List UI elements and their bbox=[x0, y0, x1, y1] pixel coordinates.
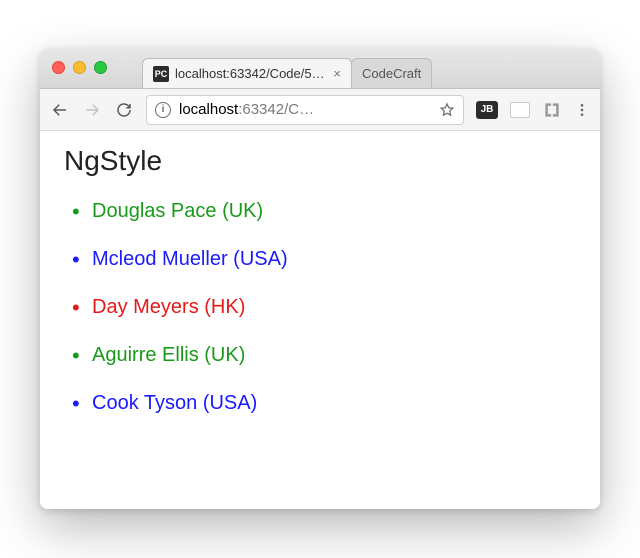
people-list: Douglas Pace (UK)Mcleod Mueller (USA)Day… bbox=[64, 187, 576, 427]
url-text: localhost:63342/C… bbox=[179, 101, 431, 118]
window-controls bbox=[52, 61, 107, 74]
bookmark-star-icon[interactable] bbox=[439, 102, 455, 118]
address-bar[interactable]: i localhost:63342/C… bbox=[146, 95, 464, 125]
extension-icon[interactable] bbox=[510, 102, 530, 118]
browser-window: PC localhost:63342/Code/5.bu × CodeCraft… bbox=[40, 49, 600, 509]
url-host: localhost bbox=[179, 101, 238, 118]
favicon-icon: PC bbox=[153, 66, 169, 82]
maximize-window-button[interactable] bbox=[94, 61, 107, 74]
tab-title: CodeCraft bbox=[362, 66, 421, 81]
forward-button[interactable] bbox=[82, 100, 102, 120]
list-item: Douglas Pace (UK) bbox=[92, 187, 576, 235]
kebab-icon bbox=[574, 102, 590, 118]
list-item: Cook Tyson (USA) bbox=[92, 379, 576, 427]
arrow-left-icon bbox=[51, 101, 69, 119]
tab-active[interactable]: PC localhost:63342/Code/5.bu × bbox=[142, 58, 352, 88]
minimize-window-button[interactable] bbox=[73, 61, 86, 74]
arrow-right-icon bbox=[83, 101, 101, 119]
extension-icon[interactable] bbox=[542, 100, 562, 120]
list-item: Aguirre Ellis (UK) bbox=[92, 331, 576, 379]
reload-button[interactable] bbox=[114, 100, 134, 120]
tab-title: localhost:63342/Code/5.bu bbox=[175, 66, 327, 81]
tab-inactive[interactable]: CodeCraft bbox=[351, 58, 432, 88]
page-heading: NgStyle bbox=[64, 145, 576, 177]
tab-close-icon[interactable]: × bbox=[333, 67, 341, 80]
menu-button[interactable] bbox=[574, 102, 590, 118]
jetbrains-extension-icon[interactable]: JB bbox=[476, 101, 498, 119]
tab-strip: PC localhost:63342/Code/5.bu × CodeCraft bbox=[142, 49, 592, 88]
list-item: Day Meyers (HK) bbox=[92, 283, 576, 331]
titlebar: PC localhost:63342/Code/5.bu × CodeCraft bbox=[40, 49, 600, 89]
site-info-icon[interactable]: i bbox=[155, 102, 171, 118]
page-content: NgStyle Douglas Pace (UK)Mcleod Mueller … bbox=[40, 131, 600, 509]
list-item: Mcleod Mueller (USA) bbox=[92, 235, 576, 283]
url-rest: :63342/C… bbox=[238, 101, 314, 118]
close-window-button[interactable] bbox=[52, 61, 65, 74]
back-button[interactable] bbox=[50, 100, 70, 120]
reload-icon bbox=[115, 101, 133, 119]
toolbar: i localhost:63342/C… JB bbox=[40, 89, 600, 131]
